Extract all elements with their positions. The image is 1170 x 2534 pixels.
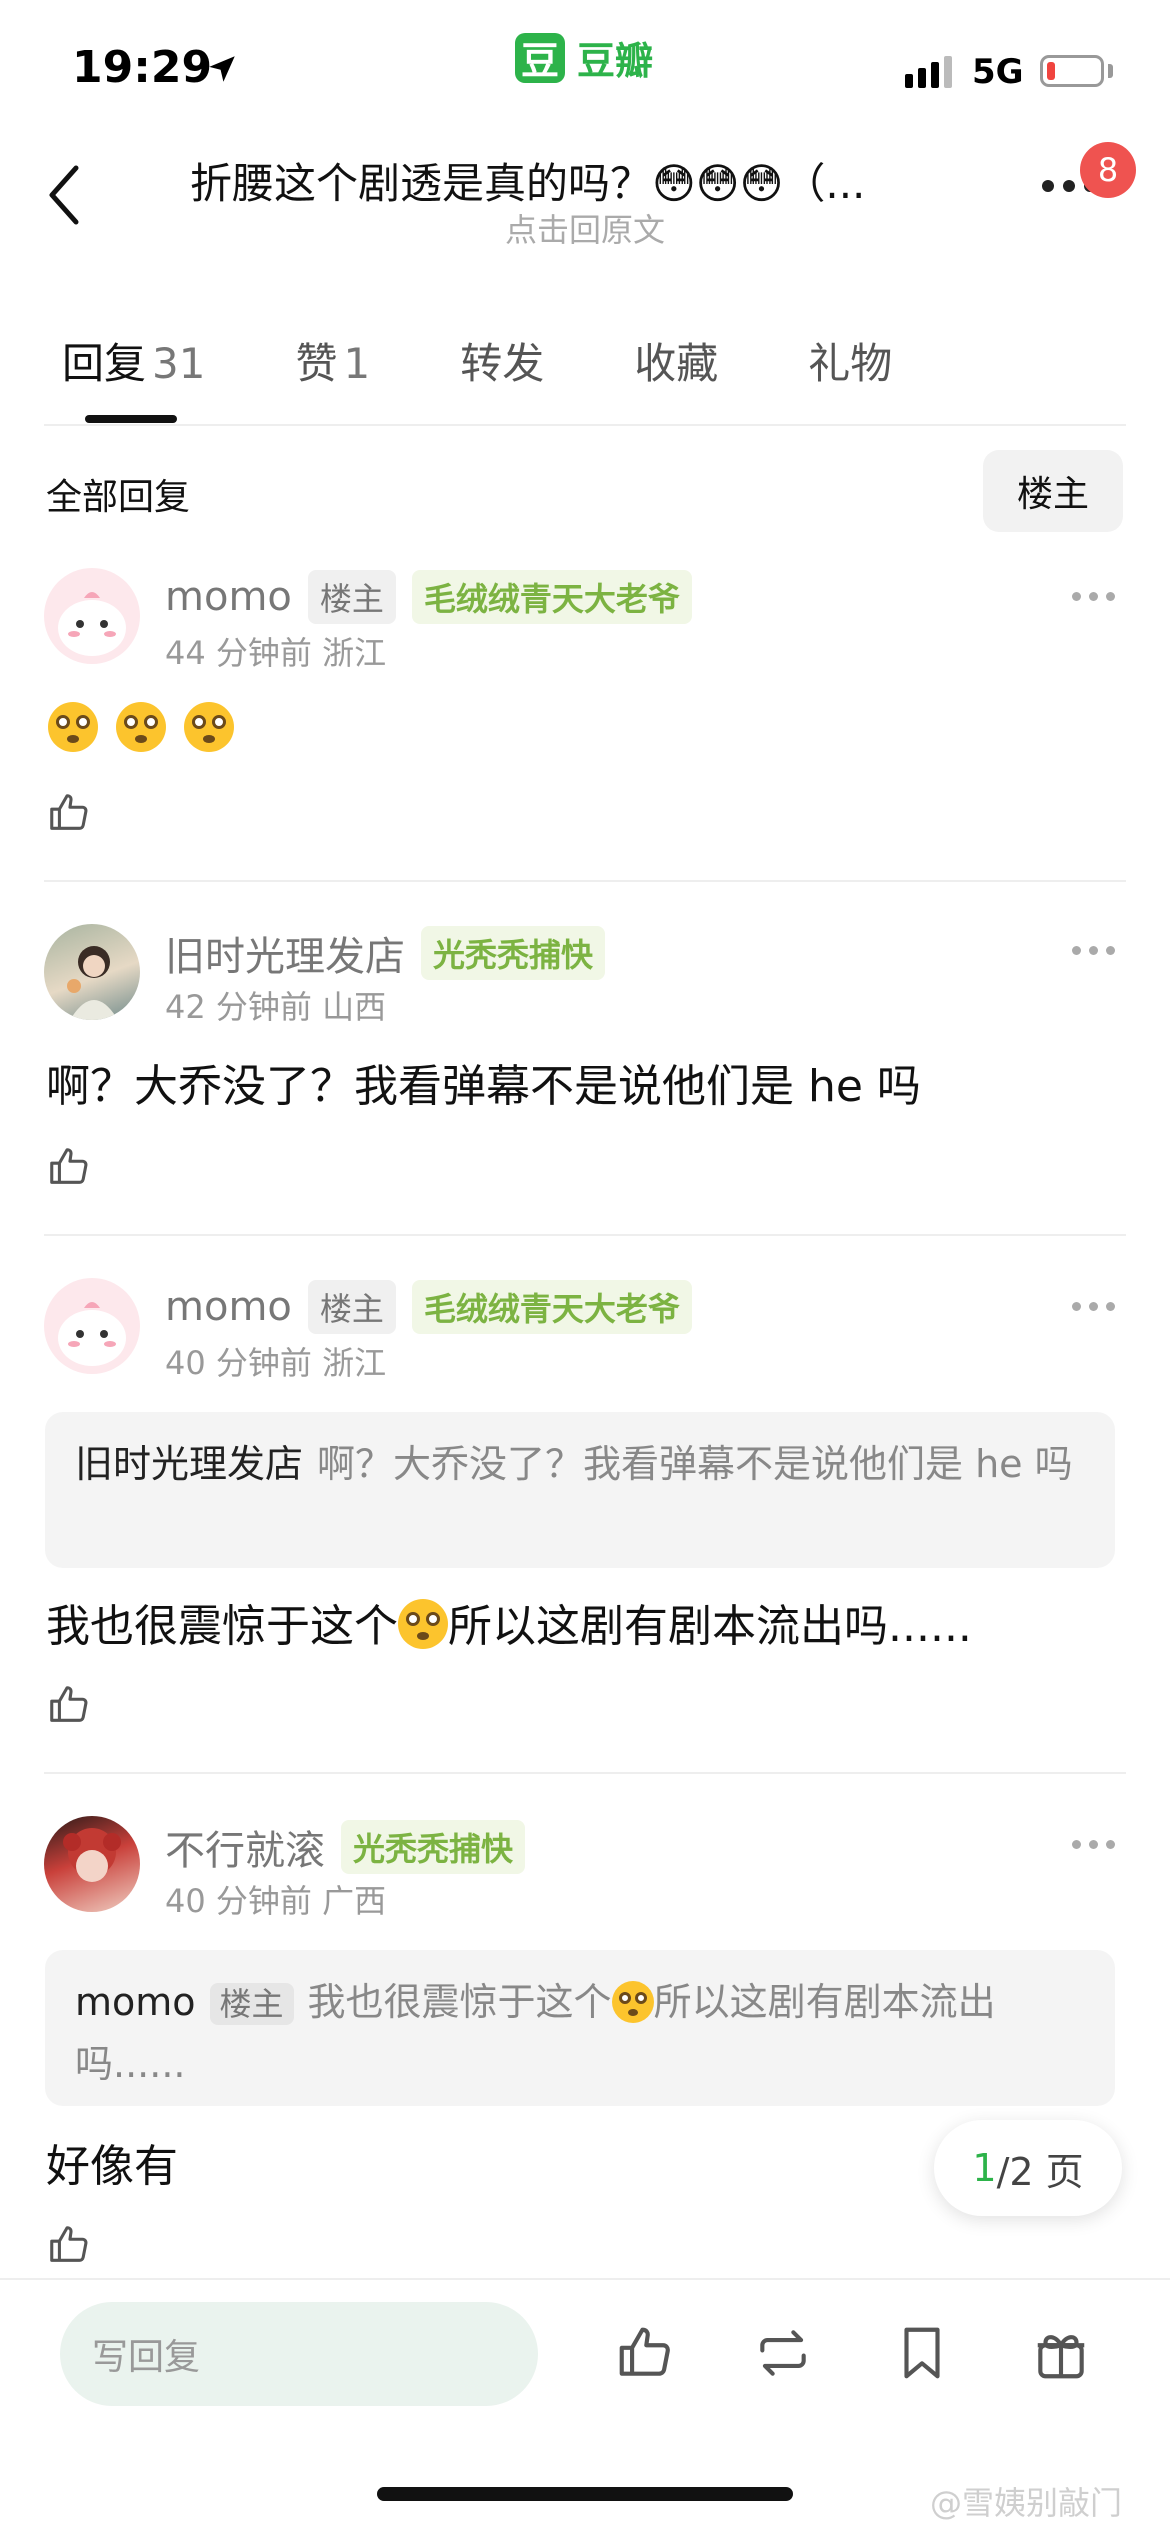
comment-header: 旧时光理发店 光秃秃捕快 <box>165 924 606 982</box>
quoted-text: 啊？大乔没了？我看弹幕不是说他们是 he 吗 <box>317 1442 1073 1486</box>
op-tag: 楼主 <box>307 1280 396 1334</box>
divider <box>44 1772 1126 1774</box>
page-indicator-button[interactable]: 1/2 页 <box>934 2120 1122 2216</box>
all-replies-label: 全部回复 <box>46 477 191 518</box>
like-icon[interactable] <box>46 790 92 836</box>
time-location: 42 分钟前 山西 <box>165 988 387 1026</box>
username[interactable]: momo <box>165 1284 292 1330</box>
username[interactable]: momo <box>165 574 292 620</box>
time-location: 44 分钟前 浙江 <box>165 634 387 672</box>
comment-more-icon[interactable] <box>1072 592 1115 601</box>
divider <box>44 424 1126 426</box>
battery-tip <box>1108 64 1113 78</box>
time-location: 40 分钟前 广西 <box>165 1882 387 1920</box>
avatar[interactable] <box>44 1816 140 1912</box>
cell-signal-icon <box>905 56 952 88</box>
user-badge: 毛绒绒青天大老爷 <box>411 570 692 624</box>
status-time: 19:29 <box>72 42 213 93</box>
user-badge: 光秃秃捕快 <box>421 926 606 980</box>
comment-more-icon[interactable] <box>1072 1840 1115 1849</box>
comment-header: 不行就滚 光秃秃捕快 <box>165 1818 526 1876</box>
quoted-reply[interactable]: 旧时光理发店 啊？大乔没了？我看弹幕不是说他们是 he 吗 <box>45 1412 1115 1568</box>
comment-content <box>48 702 234 752</box>
username[interactable]: 旧时光理发店 <box>165 924 405 982</box>
op-tag: 楼主 <box>209 1983 294 2025</box>
flushed-face-emoji <box>611 1981 654 2023</box>
post-title[interactable]: 折腰这个剧透是真的吗？😳😳😳（... <box>190 150 990 211</box>
time-location: 40 分钟前 浙江 <box>165 1344 387 1382</box>
douban-logo: 豆 <box>515 32 565 83</box>
gift-icon[interactable] <box>1030 2322 1092 2384</box>
like-icon[interactable] <box>46 1144 92 1190</box>
tab-replies[interactable]: 回复 31 <box>62 330 205 391</box>
like-icon[interactable] <box>614 2322 676 2384</box>
app-brand: 豆 豆瓣 <box>515 30 653 85</box>
repost-icon[interactable] <box>752 2322 814 2384</box>
tab-collect[interactable]: 收藏 <box>634 330 718 391</box>
avatar[interactable] <box>44 1278 140 1374</box>
quoted-text: 我也很震惊于这个 <box>307 1980 612 2024</box>
like-icon[interactable] <box>46 1682 92 1728</box>
flushed-face-emoji <box>184 702 234 752</box>
location-arrow-icon <box>209 56 235 82</box>
user-badge: 光秃秃捕快 <box>341 1820 526 1874</box>
divider <box>44 1234 1126 1236</box>
flushed-face-emoji <box>48 702 98 752</box>
divider <box>44 880 1126 882</box>
tab-gifts[interactable]: 礼物 <box>808 330 892 391</box>
comment-content: 啊？大乔没了？我看弹幕不是说他们是 he 吗 <box>46 1061 921 1112</box>
op-tag: 楼主 <box>307 570 396 624</box>
avatar[interactable] <box>44 924 140 1020</box>
avatar[interactable] <box>44 568 140 664</box>
tab-reposts[interactable]: 转发 <box>460 330 544 391</box>
current-page: 1 <box>972 2146 997 2190</box>
reply-input[interactable]: 写回复 <box>60 2302 538 2406</box>
comment-content: 我也很震惊于这个 所以这剧有剧本流出吗...... <box>46 1599 972 1652</box>
comment-more-icon[interactable] <box>1072 1302 1115 1311</box>
tab-bar: 回复 31 赞1 转发 收藏 礼物 <box>62 330 892 391</box>
comment-content: 好像有 <box>46 2141 178 2192</box>
user-badge: 毛绒绒青天大老爷 <box>411 1280 692 1334</box>
username[interactable]: 不行就滚 <box>165 1818 325 1876</box>
bookmark-icon[interactable] <box>891 2322 953 2384</box>
comment-header: momo 楼主 毛绒绒青天大老爷 <box>165 1280 692 1334</box>
like-icon[interactable] <box>46 2222 92 2268</box>
home-indicator <box>377 2487 793 2501</box>
notification-badge: 8 <box>1080 142 1136 198</box>
tab-likes[interactable]: 赞1 <box>295 330 370 391</box>
quoted-reply[interactable]: momo 楼主 我也很震惊于这个 所以这剧有剧本流出吗...... <box>45 1950 1115 2106</box>
view-original-link[interactable]: 点击回原文 <box>0 205 1170 251</box>
battery-icon <box>1040 55 1104 87</box>
quoted-username: 旧时光理发店 <box>75 1442 304 1486</box>
total-pages: /2 页 <box>996 2149 1084 2194</box>
flushed-face-emoji <box>116 702 166 752</box>
quoted-username: momo <box>75 1980 196 2024</box>
comment-more-icon[interactable] <box>1072 946 1115 955</box>
comment-header: momo 楼主 毛绒绒青天大老爷 <box>165 570 692 624</box>
network-type: 5G <box>972 52 1024 92</box>
watermark: @雪姨别敲门 <box>930 2484 1123 2522</box>
app-name: 豆瓣 <box>577 39 654 83</box>
flushed-face-emoji <box>398 1599 448 1649</box>
tab-indicator <box>85 415 177 423</box>
op-only-filter-button[interactable]: 楼主 <box>983 450 1123 532</box>
